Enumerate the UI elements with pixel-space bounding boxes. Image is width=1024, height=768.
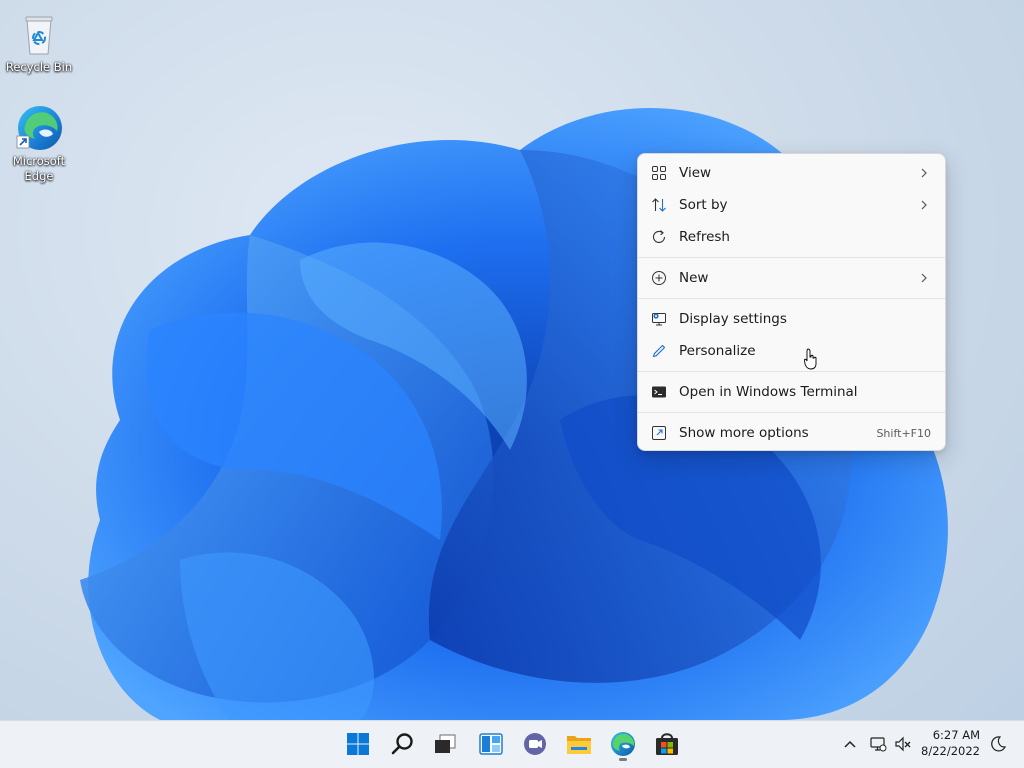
network-icon[interactable] (869, 735, 887, 753)
menu-item-label: Refresh (679, 229, 730, 245)
expand-icon (652, 426, 666, 440)
taskbar-start-button[interactable] (344, 730, 372, 758)
menu-separator (638, 257, 945, 258)
menu-item-refresh[interactable]: Refresh (638, 221, 945, 253)
mouse-cursor-icon (804, 348, 817, 370)
menu-separator (638, 371, 945, 372)
taskbar-search-button[interactable] (389, 730, 417, 758)
desktop-icon-recycle-bin[interactable]: Recycle Bin (3, 10, 75, 75)
menu-item-sort-by[interactable]: Sort by (638, 189, 945, 221)
running-indicator (619, 758, 627, 761)
pen-icon (652, 344, 666, 358)
taskbar-task-view-button[interactable] (431, 730, 459, 758)
menu-separator (638, 298, 945, 299)
terminal-icon (652, 386, 666, 398)
plus-circle-icon (652, 271, 666, 285)
taskbar-edge-button[interactable] (609, 730, 637, 758)
sort-icon (652, 198, 666, 212)
keyboard-shortcut: Shift+F10 (876, 426, 931, 440)
menu-item-label: New (679, 270, 709, 286)
task-view-icon (435, 734, 456, 753)
chevron-right-icon (921, 168, 927, 178)
taskbar-chat-button[interactable] (521, 730, 549, 758)
desktop-icon-label: Microsoft Edge (12, 154, 66, 183)
grid-view-icon (652, 166, 666, 180)
chat-icon (524, 733, 546, 755)
search-icon (391, 733, 413, 755)
recycle-bin-icon (15, 10, 63, 58)
edge-icon (611, 732, 635, 756)
menu-item-label: Display settings (679, 311, 787, 327)
menu-item-view[interactable]: View (638, 157, 945, 189)
clock-time: 6:27 AM (932, 728, 980, 742)
folder-icon (567, 736, 591, 754)
focus-assist-moon-icon[interactable] (989, 735, 1007, 753)
volume-muted-icon[interactable] (894, 735, 912, 753)
refresh-icon (652, 230, 666, 243)
edge-icon (15, 104, 63, 152)
menu-item-personalize[interactable]: Personalize (638, 335, 945, 367)
menu-item-open-terminal[interactable]: Open in Windows Terminal (638, 376, 945, 408)
menu-item-label: Sort by (679, 197, 728, 213)
menu-item-label: Show more options (679, 425, 809, 441)
taskbar: 6:27 AM 8/22/2022 (0, 720, 1024, 768)
widgets-icon (479, 733, 503, 755)
taskbar-widgets-button[interactable] (477, 730, 505, 758)
taskbar-file-explorer-button[interactable] (565, 730, 593, 758)
show-hidden-icons-chevron-up-icon[interactable] (841, 735, 859, 753)
menu-item-show-more-options[interactable]: Show more options Shift+F10 (638, 417, 945, 449)
system-clock[interactable]: 6:27 AM 8/22/2022 (921, 727, 980, 759)
desktop-icon-edge[interactable]: Microsoft Edge (3, 104, 75, 184)
menu-item-label: Open in Windows Terminal (679, 384, 858, 400)
menu-separator (638, 412, 945, 413)
taskbar-store-button[interactable] (653, 730, 681, 758)
menu-item-display-settings[interactable]: Display settings (638, 303, 945, 335)
display-settings-icon (652, 313, 666, 326)
menu-item-new[interactable]: New (638, 262, 945, 294)
menu-item-label: View (679, 165, 712, 181)
store-icon (656, 733, 678, 755)
desktop-icon-label: Recycle Bin (5, 60, 73, 74)
windows-start-icon (347, 733, 369, 755)
menu-item-label: Personalize (679, 343, 756, 359)
chevron-right-icon (921, 200, 927, 210)
chevron-right-icon (921, 273, 927, 283)
desktop-context-menu: View Sort by Refresh New Display setting… (637, 153, 946, 451)
clock-date: 8/22/2022 (921, 744, 980, 758)
